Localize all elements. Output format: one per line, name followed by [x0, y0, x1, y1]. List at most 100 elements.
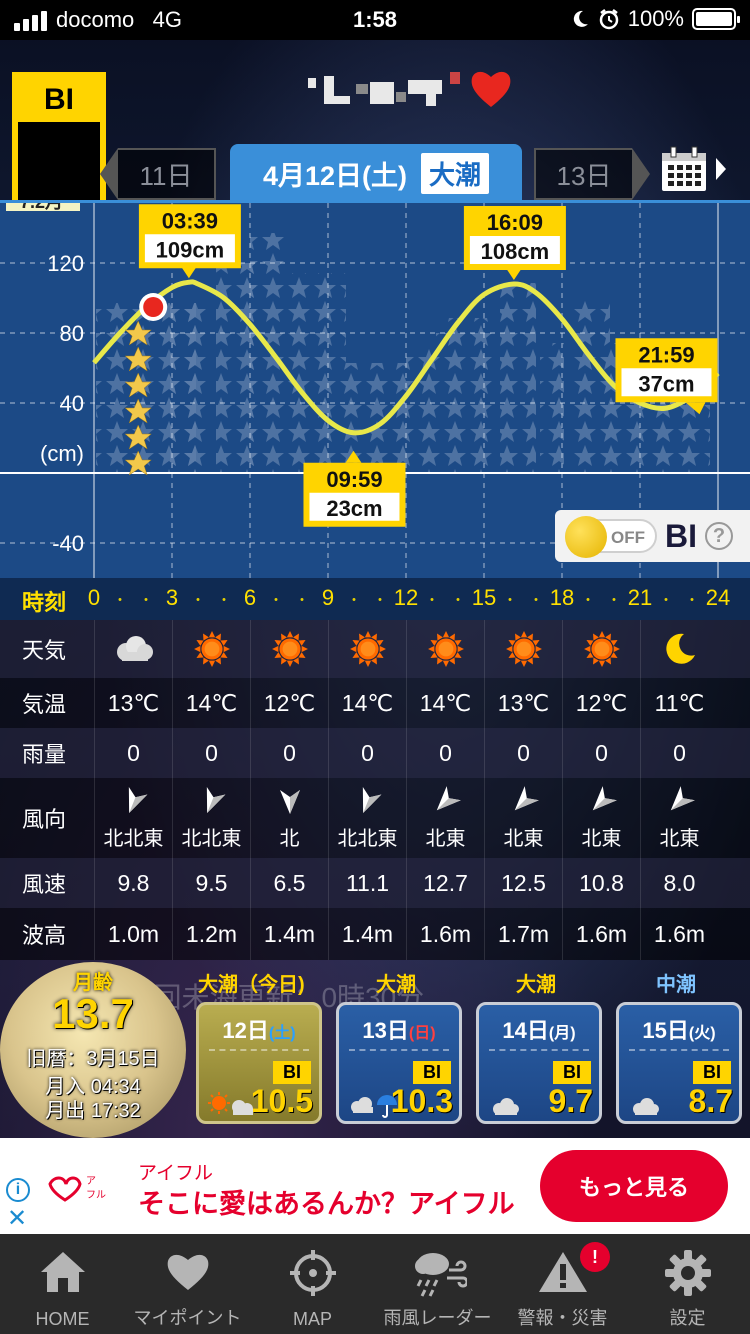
weather-cell — [484, 620, 562, 678]
time-tick-label: 24 — [705, 585, 731, 610]
cloud-icon — [493, 1098, 519, 1115]
day-card[interactable]: 13日(日) BI 10.3 — [336, 1002, 462, 1124]
weather-cell: 14℃ — [328, 678, 406, 728]
wind-arrow-icon — [514, 785, 539, 810]
day-tide-label: 大潮 — [516, 974, 556, 996]
annotation-height: 109cm — [156, 237, 225, 262]
sun-icon — [193, 631, 230, 667]
day-card[interactable]: 12日(土) BI 10.5 — [196, 1002, 322, 1124]
weather-cell: 1.6m — [640, 908, 718, 960]
prev-day-button[interactable]: 11日 — [100, 148, 216, 200]
wind-direction: 北東 — [659, 827, 700, 850]
weather-cell: 12℃ — [562, 678, 640, 728]
time-tick-dot: ・ — [425, 592, 439, 608]
time-tick-dot: ・ — [295, 592, 309, 608]
help-icon[interactable]: ? — [705, 522, 733, 550]
day-card[interactable]: 14日(月) BI 9.7 — [476, 1002, 602, 1124]
tab-home[interactable]: HOME — [0, 1234, 125, 1334]
time-axis: 時刻 0 ・・ 3 ・・ 6 ・・ 9 ・・ 12 ・・ 15 ・・ 18 ・・ 21 ・・ 24 — [0, 578, 750, 620]
day-card-bi-label: BI — [273, 1061, 311, 1084]
weather-cell: 0 — [250, 728, 328, 778]
weather-cell: 1.4m — [250, 908, 328, 960]
weather-cell: 11℃ — [640, 678, 718, 728]
star-block — [570, 298, 610, 473]
weather-cell: 北北東 — [172, 778, 250, 858]
ad-close-icon[interactable]: ✕ — [7, 1204, 27, 1233]
time-tick-label: 6 — [243, 585, 257, 610]
ad-more-button[interactable]: もっと見る — [540, 1150, 728, 1222]
bi-switch[interactable]: OFF — [565, 516, 657, 558]
day-card[interactable]: 15日(火) BI 8.7 — [616, 1002, 742, 1124]
weather-cell: 0 — [328, 728, 406, 778]
tab-settings[interactable]: 設定 — [625, 1234, 750, 1334]
star-block — [406, 348, 436, 473]
weather-cell: 1.6m — [406, 908, 484, 960]
weather-cell: 1.7m — [484, 908, 562, 960]
cloud-icon — [116, 636, 153, 661]
wind-arrow-icon — [279, 789, 300, 814]
wind-arrow-icon — [362, 786, 381, 813]
tab-mypoint[interactable]: マイポイント — [125, 1234, 250, 1334]
weather-cell — [250, 620, 328, 678]
next-day-button[interactable]: 13日 — [534, 148, 650, 200]
weather-row-label: 風速 — [22, 872, 67, 897]
sun-icon — [427, 631, 464, 667]
tab-radar[interactable]: 雨風レーダー — [375, 1234, 500, 1334]
star-block — [250, 233, 284, 473]
time-tick-label: 12 — [393, 585, 419, 610]
weather-cell: 1.6m — [562, 908, 640, 960]
rain-wind-icon — [414, 1253, 467, 1297]
bi-toggle[interactable]: OFF BI ? — [555, 510, 750, 562]
star-block — [500, 283, 536, 473]
current-date-tab: 4月12日(土) 大潮 — [230, 144, 522, 202]
moon-age-panel[interactable]: 月齢 13.7 旧暦：3月15日 月入 04:34 月出 17:32 — [0, 962, 186, 1138]
tab-alerts[interactable]: ! 警報・災害 — [500, 1234, 625, 1334]
tab-map[interactable]: MAP — [250, 1234, 375, 1334]
alarm-icon — [599, 9, 618, 30]
weather-cell: 北 — [250, 778, 328, 858]
annotation-time: 21:59 — [638, 342, 694, 367]
weather-cell: 北東 — [562, 778, 640, 858]
time-tick-dot: ・ — [191, 592, 205, 608]
current-time-marker — [143, 297, 164, 317]
annotation-time: 03:39 — [162, 208, 218, 233]
calendar-arrow-icon[interactable] — [716, 158, 726, 180]
time-tick-dot: ・ — [451, 592, 465, 608]
wind-arrow-icon — [592, 785, 617, 810]
wind-arrow-icon — [436, 785, 461, 810]
gear-icon — [664, 1250, 711, 1296]
weather-cell: 6.5 — [250, 858, 328, 908]
time-tick-dot: ・ — [113, 592, 127, 608]
ad-banner[interactable]: i ✕ ア フル アイフル そこに愛はあるんか？アイフル もっと見る — [0, 1138, 750, 1234]
moon-icon — [665, 633, 695, 664]
day-card-bi-label: BI — [413, 1061, 451, 1084]
time-tick-dot: ・ — [269, 592, 283, 608]
day-card-bi-label: BI — [693, 1061, 731, 1084]
day-tide-label: 中潮 — [656, 974, 696, 996]
time-tick-dot: ・ — [685, 592, 699, 608]
annotation-time: 16:09 — [487, 210, 543, 235]
time-tick-dot: ・ — [529, 592, 543, 608]
weather-row: 風速 9.8 9.5 6.5 11.1 12.7 12.5 10.8 8.0 — [0, 858, 750, 908]
switch-knob — [565, 516, 607, 558]
wind-direction: 北 — [279, 827, 300, 850]
time-tick-label: 18 — [549, 585, 575, 610]
time-tick-dot: ・ — [347, 592, 361, 608]
weather-row: 天気 — [0, 620, 750, 678]
weather-row-label: 雨量 — [22, 742, 67, 767]
weather-cell — [94, 620, 172, 678]
ad-info-icon[interactable]: i — [6, 1178, 30, 1202]
calendar-icon[interactable] — [660, 145, 708, 193]
crosshair-icon — [289, 1250, 336, 1296]
weather-row: 気温 13℃ 14℃ 12℃ 14℃ 14℃ 13℃ 12℃ 11℃ — [0, 678, 750, 728]
weather-row-label: 波高 — [22, 923, 67, 948]
weather-cell: 1.2m — [172, 908, 250, 960]
svg-text:ア: ア — [86, 1176, 96, 1187]
weather-cell: 0 — [562, 728, 640, 778]
favorite-heart-icon[interactable] — [468, 65, 514, 111]
weather-cell: 0 — [484, 728, 562, 778]
weather-cell: 10.8 — [562, 858, 640, 908]
weather-row: 雨量 0 0 0 0 0 0 0 0 — [0, 728, 750, 778]
annotation-height: 108cm — [481, 239, 550, 264]
day-tide-label: 大潮 — [376, 974, 416, 996]
